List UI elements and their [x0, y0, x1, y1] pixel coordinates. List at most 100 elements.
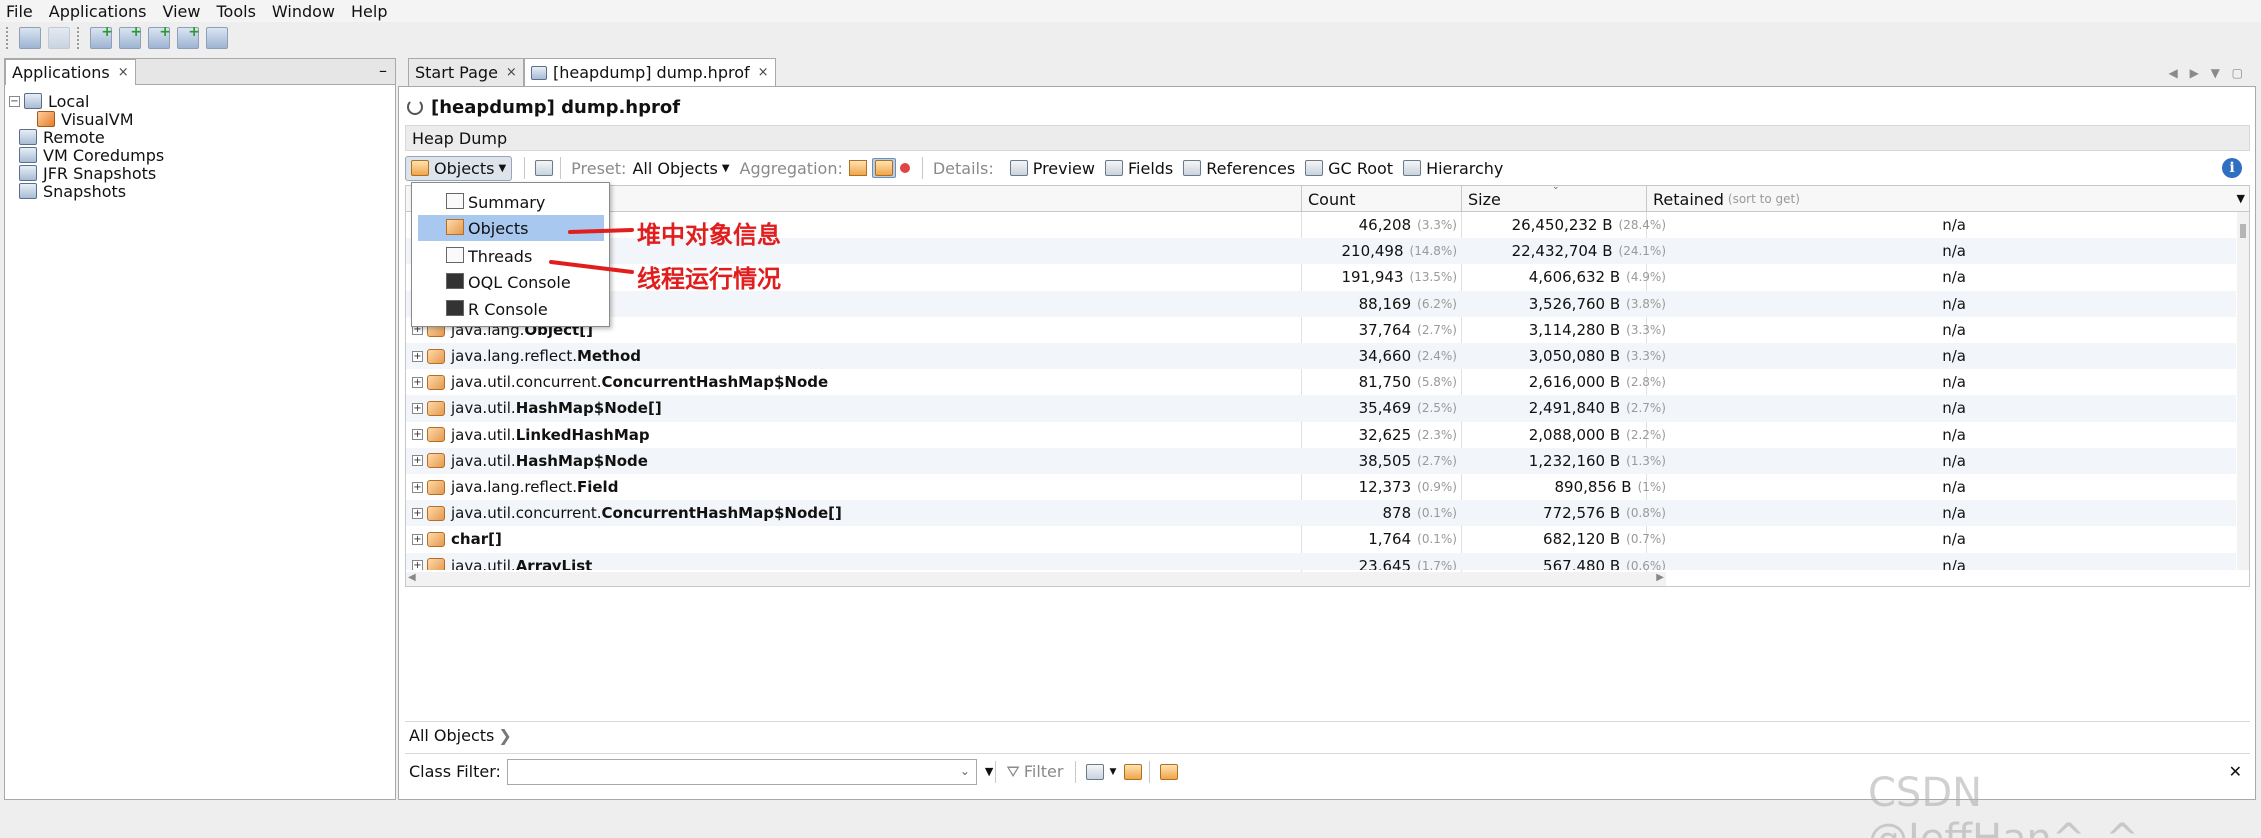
table-row[interactable]: + java.util. HashMap$Node 38,505 (2.7%) 1,232… — [406, 447, 2236, 474]
table-row[interactable]: + java.lang. Object[] 37,764 (2.7%) 3,114,280… — [406, 317, 2236, 343]
close-icon[interactable]: × — [118, 65, 129, 80]
vertical-scrollbar[interactable] — [2237, 212, 2249, 570]
menu-window[interactable]: Window — [272, 2, 335, 21]
compare-snapshots-icon[interactable] — [206, 27, 228, 49]
filter-button[interactable]: ⛛ Filter — [1006, 762, 1063, 782]
aggregation-classes-toggle[interactable] — [871, 158, 896, 178]
count-percent: (0.1%) — [1417, 506, 1457, 521]
scrollbar-thumb[interactable] — [2240, 224, 2246, 238]
retained-value: n/a — [1942, 556, 1966, 570]
menu-view[interactable]: View — [163, 2, 201, 21]
expand-icon[interactable]: + — [412, 507, 423, 519]
column-header-retained[interactable]: Retained (sort to get) — [1646, 186, 2236, 212]
table-row[interactable]: + java.util.concurrent. ConcurrentHashMap$… — [406, 369, 2236, 395]
scroll-right-icon[interactable]: ▶ — [1656, 572, 1664, 583]
preview-toggle[interactable]: Preview — [1009, 159, 1095, 178]
preset-selector[interactable]: Preset: All Objects ▼ — [571, 159, 729, 178]
horizontal-scrollbar[interactable]: ◀ ▶ — [406, 572, 1666, 586]
class-icon — [427, 400, 445, 416]
match-case-icon[interactable] — [1124, 763, 1143, 780]
hierarchy-toggle[interactable]: Hierarchy — [1403, 159, 1503, 178]
document-title-text: [heapdump] dump.hprof — [431, 96, 681, 118]
r-console-icon — [446, 300, 464, 316]
size-cell: 3,050,080 B (3.3%) — [1466, 343, 1666, 369]
popup-item-threads[interactable]: Threads — [418, 243, 604, 269]
table-row[interactable]: + java.util. LinkedHashMap 32,625 (2.3%) 2,08… — [406, 422, 2236, 448]
expand-icon[interactable]: + — [412, 429, 423, 441]
retained-value: n/a — [1942, 216, 1966, 234]
filter-options-icon[interactable] — [1086, 763, 1105, 780]
menu-tools[interactable]: Tools — [216, 2, 255, 21]
aggregation-packages-icon[interactable] — [848, 160, 867, 176]
add-remote-host-icon[interactable]: + — [90, 25, 113, 49]
snapshots-icon — [19, 183, 37, 199]
count-percent: (2.7%) — [1417, 322, 1457, 337]
add-jmx-connection-icon[interactable]: + — [119, 25, 142, 49]
column-header-size[interactable]: Size ⌄ — [1461, 186, 1646, 212]
retained-value: n/a — [1942, 399, 1966, 418]
expand-icon[interactable]: + — [412, 481, 423, 493]
add-coredump-icon[interactable]: + — [148, 25, 171, 49]
load-snapshot-icon[interactable] — [19, 27, 41, 49]
close-icon[interactable]: × — [758, 65, 769, 80]
record-icon[interactable] — [899, 163, 910, 173]
retained-value: n/a — [1942, 242, 1966, 261]
scroll-left-icon[interactable]: ◀ — [408, 572, 416, 583]
column-header-count[interactable]: Count — [1301, 186, 1461, 212]
popup-item-oql-console[interactable]: OQL Console — [418, 269, 604, 295]
breadcrumb-all-objects[interactable]: All Objects — [409, 726, 494, 745]
table-row[interactable]: + java.lang.reflect. Field 12,373 (0.9%) 890,… — [406, 474, 2236, 500]
popup-item-objects[interactable]: Objects — [418, 215, 604, 241]
tab-applications[interactable]: Applications × — [5, 59, 136, 85]
menu-applications[interactable]: Applications — [49, 2, 147, 21]
summary-icon — [446, 193, 464, 209]
chevron-down-icon[interactable]: ▼ — [1109, 767, 1116, 777]
minimize-icon[interactable]: – — [379, 61, 387, 80]
table-row[interactable]: + char[] 1,764 (0.1%) 682,120 B (0.7%) n/a — [406, 526, 2236, 552]
gc-root-toggle[interactable]: GC Root — [1305, 159, 1393, 178]
menu-file[interactable]: File — [6, 2, 33, 21]
tab-heapdump[interactable]: [heapdump] dump.hprof × — [524, 58, 776, 86]
filter-type-dropdown-icon[interactable]: ▼ — [985, 765, 993, 778]
snapshot-icon[interactable] — [535, 160, 554, 176]
expand-icon[interactable]: + — [412, 376, 423, 388]
table-row[interactable]: + java.util. ArrayList 23,645 (1.7%) 567,480 … — [406, 552, 2236, 570]
info-icon[interactable]: i — [2222, 158, 2242, 178]
size-percent: (1.3%) — [1626, 453, 1666, 468]
chevron-down-icon[interactable]: ⌄ — [960, 764, 970, 778]
table-row[interactable]: + java.util.concurrent. ConcurrentHashMap$… — [406, 500, 2236, 527]
table-row[interactable]: + java.util. HashMap$Node[] 35,469 (2.5%) 2,4… — [406, 395, 2236, 422]
count-value: 12,373 — [1358, 478, 1412, 496]
objects-view-dropdown[interactable]: Objects ▼ — [405, 155, 513, 181]
references-toggle[interactable]: References — [1183, 159, 1295, 178]
tab-start-page[interactable]: Start Page × — [408, 58, 524, 86]
table-row[interactable]: + java.lang.reflect. Method 34,660 (2.4%) 3,0… — [406, 343, 2236, 370]
fields-toggle[interactable]: Fields — [1104, 159, 1173, 178]
retained-cell: n/a — [1676, 395, 1966, 421]
add-jfr-snapshot-icon[interactable]: + — [177, 25, 200, 49]
popup-item-summary[interactable]: Summary — [418, 189, 604, 215]
count-value: 81,750 — [1358, 373, 1412, 392]
aggregation-label: Aggregation: — [739, 158, 843, 178]
size-percent: (2.2%) — [1626, 427, 1666, 442]
expand-icon[interactable]: + — [412, 560, 423, 570]
close-icon[interactable]: × — [506, 65, 517, 80]
retained-cell: n/a — [1676, 553, 1966, 570]
count-cell: 23,645 (1.7%) — [1301, 553, 1457, 570]
popup-item-r-console[interactable]: R Console — [418, 296, 604, 322]
count-cell: 191,943 (13.5%) — [1301, 264, 1457, 290]
filter-class-icon[interactable] — [1160, 763, 1179, 780]
tree-item-snapshots[interactable]: Snapshots — [19, 179, 126, 203]
class-filter-input[interactable]: ⌄ — [506, 758, 977, 785]
retained-cell: n/a — [1676, 474, 1966, 500]
tab-navigation-icons[interactable]: ◀ ▶ ▼ ▢ — [2169, 66, 2247, 80]
table-row[interactable]: +Map$Entry88,169(6.2%)3,526,760 B(3.8%)n… — [406, 290, 2236, 317]
column-chooser-icon[interactable]: ▼ — [2237, 192, 2245, 205]
collapse-icon[interactable]: − — [9, 95, 20, 107]
count-cell: 46,208 (3.3%) — [1301, 212, 1457, 238]
menu-help[interactable]: Help — [351, 2, 387, 21]
expand-icon[interactable]: + — [412, 350, 423, 362]
expand-icon[interactable]: + — [412, 533, 423, 545]
expand-icon[interactable]: + — [412, 455, 423, 467]
expand-icon[interactable]: + — [412, 402, 423, 414]
